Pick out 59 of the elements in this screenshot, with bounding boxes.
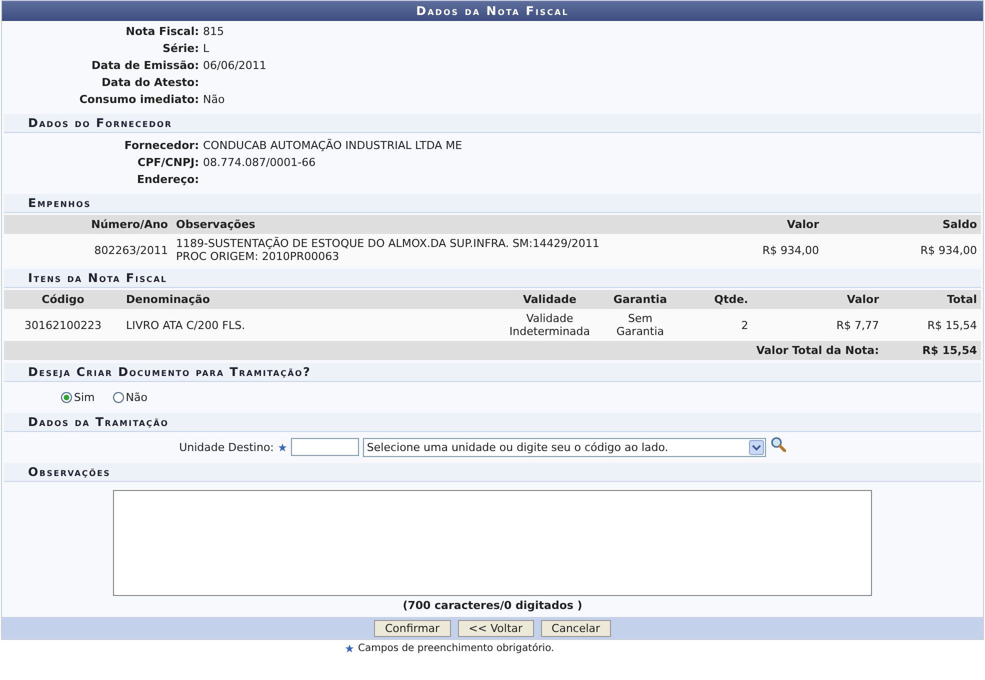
table-cell: 802263/2011	[4, 234, 172, 266]
unit-dropdown[interactable]: Selecione uma unidade ou digite seu o código ao lado.	[362, 438, 766, 456]
section-heading: Dados do Fornecedor	[4, 114, 981, 133]
field-label: Unidade Destino:	[179, 440, 274, 454]
observations-textarea[interactable]	[113, 490, 872, 596]
total-label: Valor Total da Nota:	[752, 341, 883, 360]
column-header: Qtde.	[684, 290, 752, 309]
field-label: Data de Emissão:	[90, 59, 200, 72]
field-value: L	[203, 42, 210, 55]
field-value: 08.774.087/0001-66	[203, 156, 316, 169]
section-heading: Empenhos	[4, 194, 981, 213]
table-cell: R$ 7,77	[752, 309, 883, 341]
column-header: Total	[883, 290, 981, 309]
table-cell: 30162100223	[4, 309, 122, 341]
form-button[interactable]: << Voltar	[458, 620, 534, 636]
table-cell: 1189-SUSTENTAÇÃO DE ESTOQUE DO ALMOX.DA SUP.INFRA. SM:14429/2011 PROC ORIGEM: 2010PR00063	[172, 234, 738, 266]
field-value: CONDUCAB AUTOMAÇÃO INDUSTRIAL LTDA ME	[203, 139, 462, 152]
section-heading: Observações	[4, 463, 981, 482]
field-label: Consumo imediato:	[78, 93, 200, 106]
section-heading: Dados da Tramitação	[4, 413, 981, 432]
column-header: Código	[4, 290, 122, 309]
column-header: Saldo	[823, 215, 981, 234]
column-header: Validade	[503, 290, 596, 309]
field-value: 815	[203, 25, 224, 38]
table-cell: LIVRO ATA C/200 FLS.	[122, 309, 504, 341]
table-cell: R$ 934,00	[823, 234, 981, 266]
column-header: Valor	[738, 215, 823, 234]
required-star-icon	[278, 442, 287, 452]
radio-option[interactable]: Não	[112, 390, 148, 404]
table-cell: R$ 15,54	[883, 309, 981, 341]
form-button[interactable]: Confirmar	[374, 620, 451, 636]
column-header: Denominação	[122, 290, 504, 309]
table-cell: Sem Garantia	[596, 309, 684, 341]
radio-option[interactable]: Sim	[61, 390, 95, 404]
field-label: CPF/CNPJ:	[136, 156, 200, 169]
table-cell: Validade Indeterminada	[503, 309, 596, 341]
panel-title: Dados da Nota Fiscal	[2, 1, 983, 21]
required-fields-note: Campos de preenchimento obrigatório.	[358, 642, 554, 654]
section-heading: Deseja Criar Documento para Tramitação?	[4, 363, 981, 382]
code-input[interactable]	[290, 438, 359, 456]
field-value: 06/06/2011	[203, 59, 266, 72]
column-header: Valor	[752, 290, 883, 309]
table-cell: 2	[684, 309, 752, 341]
total-value: R$ 15,54	[883, 341, 981, 360]
table-cell: R$ 934,00	[738, 234, 823, 266]
field-label: Endereço:	[136, 173, 200, 186]
character-counter: (700 caracteres/0 digitados )	[402, 599, 582, 613]
required-star-icon	[345, 644, 354, 652]
field-label: Fornecedor:	[123, 139, 200, 152]
column-header: Observações	[172, 215, 738, 234]
form-button[interactable]: Cancelar	[540, 620, 612, 636]
column-header: Número/Ano	[4, 215, 172, 234]
field-value: Não	[203, 93, 225, 106]
field-label: Série:	[162, 42, 200, 55]
section-heading: Itens da Nota Fiscal	[4, 269, 981, 288]
field-label: Nota Fiscal:	[124, 25, 200, 38]
search-icon[interactable]	[770, 436, 786, 452]
column-header: Garantia	[596, 290, 684, 309]
field-label: Data do Atesto:	[100, 76, 200, 89]
